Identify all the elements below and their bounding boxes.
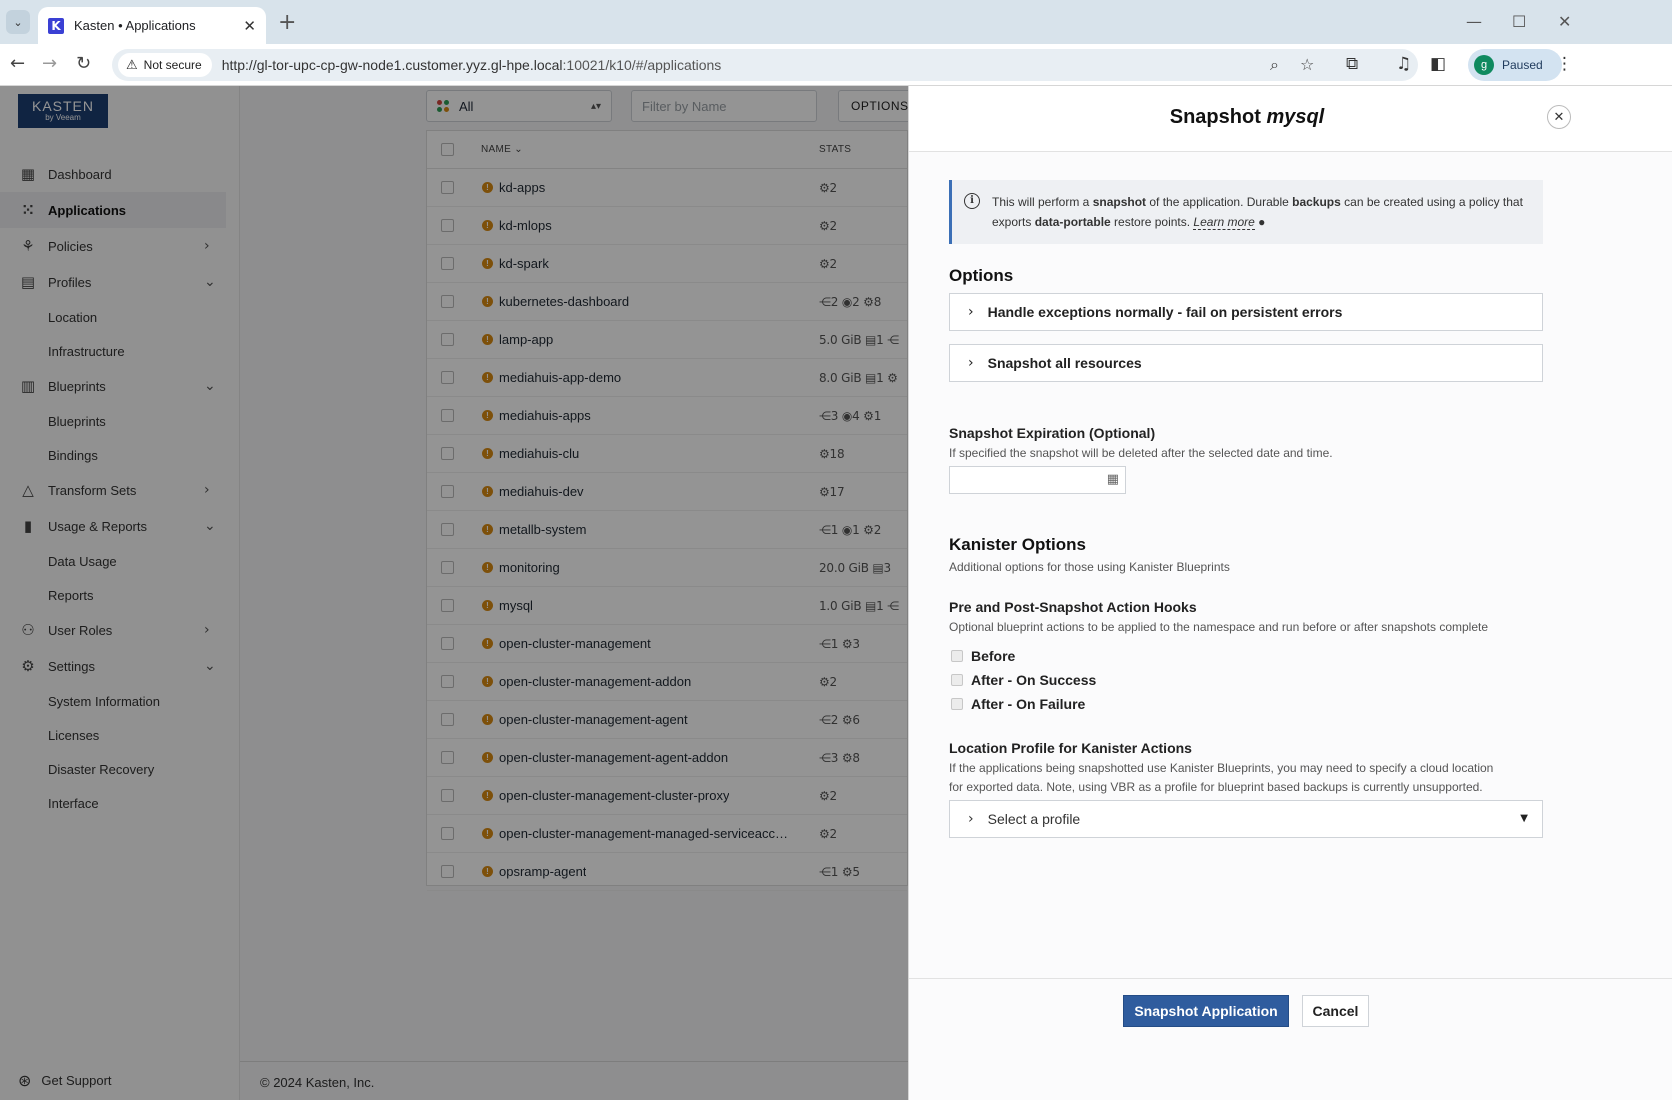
- expiration-description: If specified the snapshot will be delete…: [949, 446, 1333, 460]
- info-text-4: restore points.: [1110, 215, 1194, 229]
- browser-tab-bar: ⌄ K Kasten • Applications ✕ + — ☐ ✕: [0, 0, 1672, 44]
- info-bold-portable: data-portable: [1034, 215, 1111, 229]
- profile-select-placeholder: Select a profile: [987, 811, 1081, 827]
- resources-accordion[interactable]: › Snapshot all resources: [949, 344, 1543, 382]
- maximize-icon[interactable]: ☐: [1512, 12, 1526, 31]
- security-chip[interactable]: ⚠ Not secure: [118, 53, 212, 77]
- minimize-icon[interactable]: —: [1466, 12, 1482, 31]
- drawer-title-prefix: Snapshot: [1169, 106, 1261, 128]
- url-path: :10021/k10/#/applications: [562, 57, 722, 73]
- hook-failure-checkbox[interactable]: After - On Failure: [951, 696, 1085, 712]
- drawer-title: Snapshot mysql: [909, 106, 1585, 129]
- tab-search-icon[interactable]: ⌄: [6, 10, 30, 34]
- chevron-right-icon: ›: [968, 355, 974, 371]
- caret-down-icon: ▼: [1520, 813, 1528, 824]
- options-heading: Options: [949, 266, 1014, 285]
- info-bold-snapshot: snapshot: [1092, 195, 1147, 209]
- location-profile-description-2: for exported data. Note, using VBR as a …: [949, 780, 1483, 794]
- checkbox-box[interactable]: [951, 698, 963, 710]
- chevron-right-icon: ›: [968, 811, 974, 827]
- hook-success-label: After - On Success: [971, 672, 1097, 688]
- extensions-icon[interactable]: ⧉: [1346, 54, 1358, 74]
- tab-close-icon[interactable]: ✕: [243, 17, 256, 35]
- chevron-right-icon: ›: [968, 304, 974, 320]
- location-profile-select[interactable]: › Select a profile ▼: [949, 800, 1543, 838]
- location-profile-description-1: If the applications being snapshotted us…: [949, 761, 1494, 775]
- window-close-icon[interactable]: ✕: [1558, 12, 1571, 31]
- info-text-2: of the application. Durable: [1146, 195, 1293, 209]
- security-label: Not secure: [143, 58, 202, 72]
- url-text[interactable]: http://gl-tor-upc-cp-gw-node1.customer.y…: [222, 57, 722, 73]
- hook-failure-label: After - On Failure: [971, 696, 1086, 712]
- info-bold-backups: backups: [1292, 195, 1341, 209]
- browser-toolbar: ← → ↻ ⚠ Not secure http://gl-tor-upc-cp-…: [0, 44, 1672, 86]
- bookmark-star-icon[interactable]: ☆: [1300, 55, 1314, 74]
- hook-before-label: Before: [971, 648, 1016, 664]
- cancel-button[interactable]: Cancel: [1302, 995, 1369, 1027]
- side-panel-icon[interactable]: ◧: [1430, 54, 1446, 74]
- hooks-heading: Pre and Post-Snapshot Action Hooks: [949, 599, 1197, 615]
- resources-label: Snapshot all resources: [987, 355, 1142, 371]
- new-tab-icon[interactable]: +: [278, 10, 296, 35]
- snapshot-drawer: Snapshot mysql ✕ i This will perform a s…: [908, 86, 1672, 1100]
- tab-title: Kasten • Applications: [74, 18, 196, 33]
- expiration-date-input[interactable]: ▦: [949, 466, 1126, 494]
- profile-status: Paused: [1502, 58, 1543, 72]
- forward-icon[interactable]: →: [42, 53, 57, 74]
- drawer-footer: Snapshot Application Cancel: [909, 978, 1672, 1100]
- media-control-icon[interactable]: ♫: [1396, 54, 1411, 74]
- drawer-header: Snapshot mysql ✕: [909, 86, 1672, 152]
- url-host: http://gl-tor-upc-cp-gw-node1.customer.y…: [221, 57, 563, 73]
- exceptions-label: Handle exceptions normally - fail on per…: [987, 304, 1343, 320]
- info-icon: i: [964, 193, 980, 209]
- kasten-favicon-icon: K: [48, 17, 64, 34]
- kanister-description: Additional options for those using Kanis…: [949, 560, 1230, 574]
- browser-tab[interactable]: K Kasten • Applications ✕: [38, 7, 266, 44]
- snapshot-application-button[interactable]: Snapshot Application: [1123, 995, 1289, 1027]
- info-text-1: This will perform a: [992, 195, 1093, 209]
- location-profile-heading: Location Profile for Kanister Actions: [949, 740, 1192, 756]
- drawer-title-app: mysql: [1266, 106, 1325, 128]
- back-icon[interactable]: ←: [10, 53, 25, 74]
- expiration-heading: Snapshot Expiration (Optional): [949, 425, 1156, 441]
- kanister-heading: Kanister Options: [949, 535, 1086, 554]
- exceptions-accordion[interactable]: › Handle exceptions normally - fail on pe…: [949, 293, 1543, 331]
- kasten-app: KASTEN by Veeam ▦ Dashboard ⁙ Applications…: [0, 86, 1672, 1100]
- warning-icon: ⚠: [126, 57, 138, 73]
- learn-more-link[interactable]: Learn more: [1193, 215, 1255, 230]
- hooks-description: Optional blueprint actions to be applied…: [949, 620, 1489, 634]
- speech-bubble-icon: ●: [1258, 215, 1266, 229]
- hook-success-checkbox[interactable]: After - On Success: [951, 672, 1096, 688]
- checkbox-box[interactable]: [951, 650, 963, 662]
- address-bar[interactable]: ⚠ Not secure http://gl-tor-upc-cp-gw-nod…: [112, 49, 1418, 81]
- avatar: g: [1474, 55, 1494, 75]
- checkbox-box[interactable]: [951, 674, 963, 686]
- profile-button[interactable]: g Paused: [1468, 49, 1562, 81]
- calendar-icon[interactable]: ▦: [1107, 472, 1119, 487]
- hook-before-checkbox[interactable]: Before: [951, 648, 1015, 664]
- close-icon[interactable]: ✕: [1547, 105, 1571, 129]
- browser-menu-icon[interactable]: ⋮: [1556, 54, 1573, 74]
- zoom-icon[interactable]: ⌕: [1270, 55, 1279, 75]
- modal-scrim[interactable]: [0, 86, 908, 1100]
- info-callout: i This will perform a snapshot of the ap…: [949, 180, 1543, 244]
- reload-icon[interactable]: ↻: [76, 53, 91, 74]
